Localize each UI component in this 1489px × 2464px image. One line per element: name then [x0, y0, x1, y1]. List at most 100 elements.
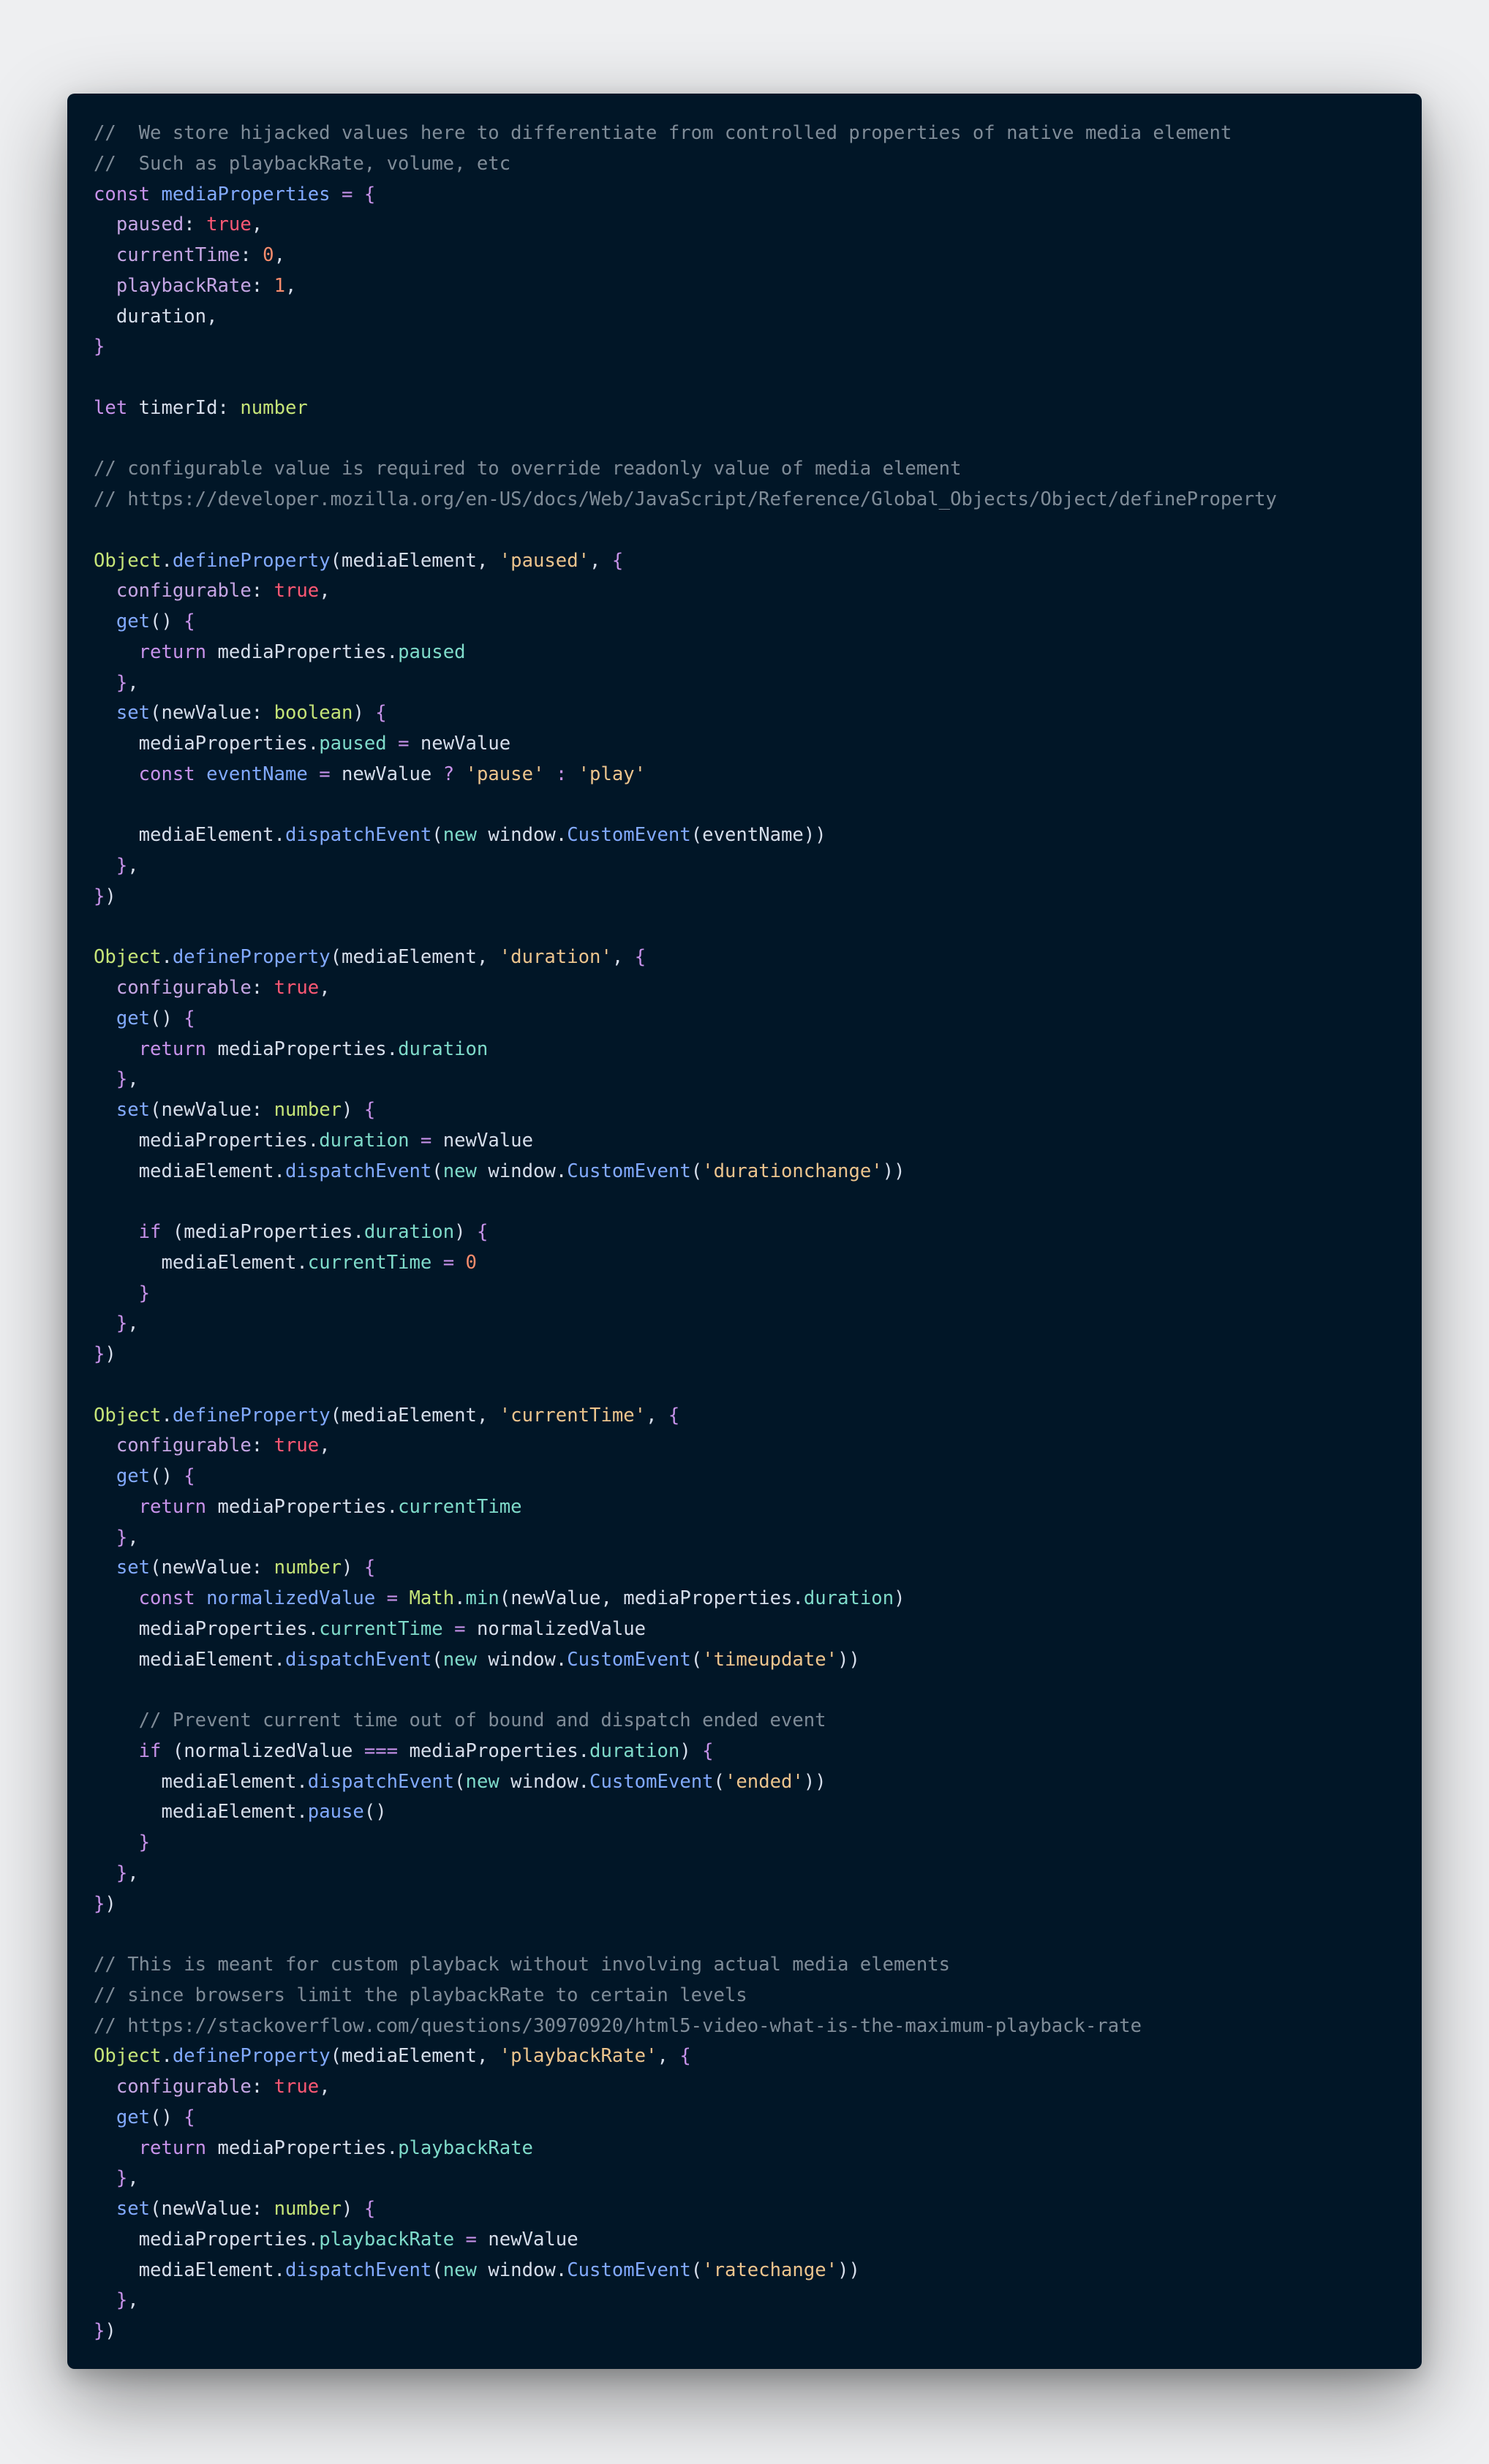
code-line: } [94, 1828, 1277, 1859]
code-token-class: Object [94, 1404, 162, 1426]
code-token-func: CustomEvent [589, 1770, 714, 1793]
code-token-brace: } [116, 855, 128, 877]
code-token-punct: . [386, 1495, 399, 1518]
code-token-class: Object [94, 946, 162, 969]
code-line: }, [94, 1065, 1277, 1095]
code-token-func: CustomEvent [567, 2259, 691, 2281]
code-token-bool: true [206, 213, 252, 236]
code-token-var: mediaElement [342, 1404, 477, 1426]
code-token-punct: . [274, 824, 285, 847]
code-token-punct: . [353, 1221, 364, 1243]
code-token-punct: , [657, 2045, 680, 2068]
code-token-num: 0 [263, 244, 274, 266]
code-token-brace: { [363, 183, 376, 205]
code-token-op: = [375, 1587, 410, 1609]
code-token-func: dispatchEvent [284, 2259, 432, 2281]
code-token-var: mediaProperties [217, 2136, 387, 2159]
code-token-brace: } [116, 2289, 128, 2312]
code-line: mediaElement.dispatchEvent(new window.Cu… [94, 2256, 1277, 2286]
code-token-punct: . [274, 2259, 285, 2281]
code-line: mediaElement.dispatchEvent(new window.Cu… [94, 1767, 1277, 1798]
code-token-var: mediaProperties [94, 2228, 308, 2251]
code-token-func: set [116, 1557, 151, 1579]
code-token-punct: ( [172, 1739, 184, 1762]
code-token-comment: // https://stackoverflow.com/questions/3… [94, 2014, 1142, 2037]
code-token-func: get [116, 611, 151, 632]
code-token-func: defineProperty [172, 2045, 331, 2068]
code-line: mediaElement.dispatchEvent(new window.Cu… [94, 820, 1277, 851]
code-token-class: Object [94, 549, 162, 572]
code-token-punct: . [161, 549, 173, 572]
code-line: ​ [94, 424, 1277, 455]
code-token-var [94, 1282, 139, 1304]
code-block[interactable]: // We store hijacked values here to diff… [94, 118, 1277, 2347]
code-token-var: mediaProperties [184, 1221, 353, 1243]
code-token-brace: { [363, 1099, 376, 1121]
code-line: }) [94, 2316, 1277, 2347]
code-token-var [94, 1099, 116, 1121]
code-token-func: CustomEvent [567, 824, 691, 847]
code-token-type: number [274, 1557, 342, 1579]
code-token-brace: } [138, 1282, 151, 1304]
code-token-punct: ) [105, 885, 116, 907]
code-token-var: mediaProperties [217, 640, 387, 663]
code-token-func: defineProperty [172, 946, 331, 969]
code-token-punct: ) [454, 1221, 477, 1243]
code-token-brace: } [116, 671, 128, 694]
code-token-punct: . [307, 2228, 320, 2251]
code-token-brace: { [611, 549, 624, 572]
code-token-punct: () [150, 1007, 184, 1029]
code-token-var [94, 213, 116, 235]
code-token-punct: : [251, 580, 274, 602]
code-token-punct: ( [690, 2259, 703, 2281]
code-token-var [94, 1312, 116, 1334]
code-token-func: dispatchEvent [284, 1160, 432, 1182]
code-token-punct: . [161, 946, 173, 969]
code-token-member: currentTime [307, 1251, 432, 1274]
code-token-punct: . [274, 1648, 285, 1671]
code-token-brace: { [363, 1557, 376, 1579]
code-token-op: = [454, 2228, 489, 2251]
code-token-brace: { [184, 611, 195, 632]
code-token-punct: )) [803, 824, 826, 847]
code-token-var [94, 672, 116, 694]
code-token-var [94, 1832, 139, 1853]
code-token-op: = [386, 733, 421, 755]
code-line: } [94, 332, 1277, 363]
code-token-func: CustomEvent [567, 1648, 691, 1671]
code-token-brace: { [184, 1007, 195, 1029]
code-token-prop: configurable [116, 977, 252, 999]
code-token-brace: } [116, 2167, 128, 2190]
code-token-var: mediaElement [342, 946, 477, 969]
code-line: // https://developer.mozilla.org/en-US/d… [94, 485, 1277, 515]
code-line: mediaElement.dispatchEvent(new window.Cu… [94, 1645, 1277, 1676]
code-token-var: normalizedValue [184, 1739, 364, 1762]
code-token-punct: ( [713, 1770, 725, 1793]
code-line: mediaElement.currentTime = 0 [94, 1248, 1277, 1279]
code-token-func: set [116, 702, 151, 725]
code-token-op: === [363, 1739, 399, 1762]
code-token-punct: . [555, 824, 568, 847]
code-token-var: mediaProperties [623, 1587, 793, 1609]
code-token-punct: () [150, 2106, 184, 2128]
code-token-punct: . [161, 2045, 173, 2068]
code-token-punct: ( [330, 2045, 342, 2068]
code-line: Object.defineProperty(mediaElement, 'pla… [94, 2041, 1277, 2072]
code-line: // since browsers limit the playbackRate… [94, 1981, 1277, 2011]
code-token-keyword: return [94, 1038, 218, 1060]
code-token-func: defineProperty [172, 549, 331, 572]
code-line: return mediaProperties.paused [94, 638, 1277, 668]
code-token-punct: , [127, 671, 139, 694]
code-line: const mediaProperties = { [94, 180, 1277, 211]
code-line: // configurable value is required to ove… [94, 454, 1277, 485]
code-token-prop: configurable [116, 1435, 252, 1457]
code-token-brace: } [94, 2320, 105, 2342]
code-token-const: eventName [206, 763, 308, 785]
code-line: }) [94, 1339, 1277, 1370]
code-token-punct: , [127, 1312, 139, 1335]
code-line: configurable: true, [94, 1431, 1277, 1462]
code-token-var: newValue [161, 1557, 252, 1579]
code-token-punct: . [296, 1770, 308, 1793]
code-token-var: window [510, 1770, 578, 1793]
code-token-punct: . [161, 1404, 173, 1426]
